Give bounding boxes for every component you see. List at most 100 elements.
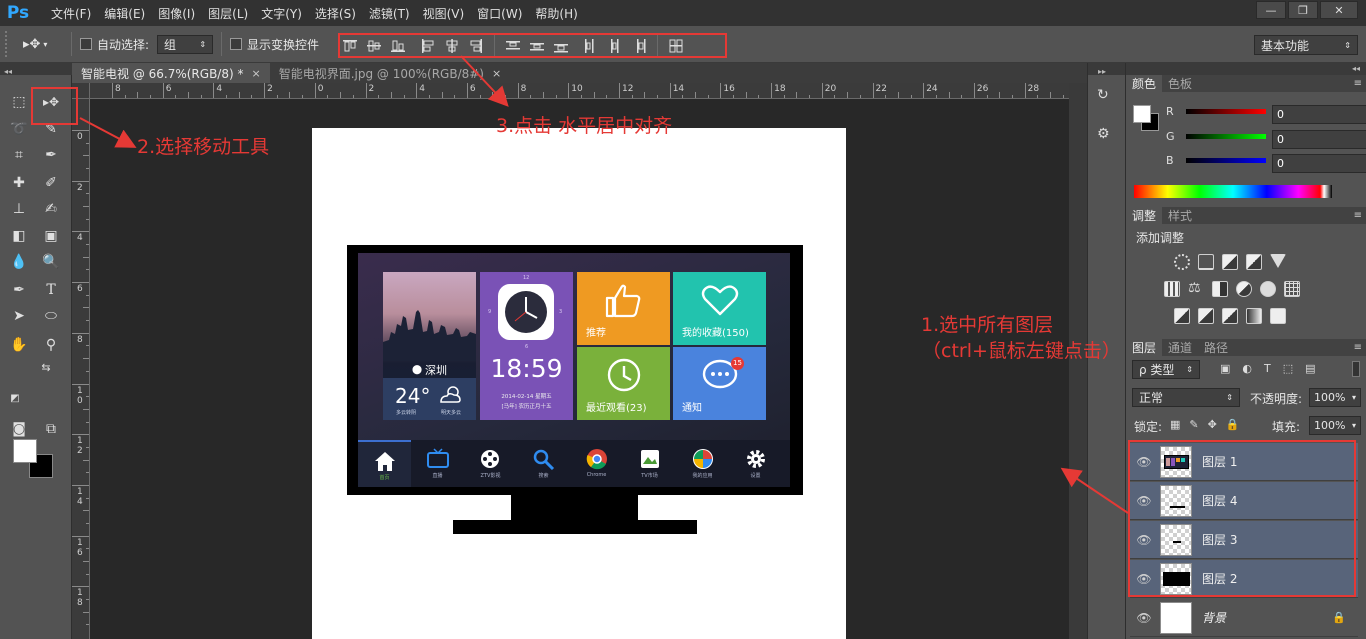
opacity-field[interactable]: 100% ▾ bbox=[1309, 388, 1361, 407]
ruler-vertical[interactable]: 0 2 4 6 8 1 0 1 2 1 4 1 6 1 8 bbox=[72, 99, 90, 639]
menu-help[interactable]: 帮助(H) bbox=[528, 5, 583, 22]
zoom-icon[interactable]: ⚲ bbox=[38, 333, 64, 357]
rectangular-marquee-icon[interactable]: ⬚ bbox=[6, 90, 32, 114]
crop-icon[interactable]: ⌗ bbox=[6, 143, 32, 167]
green-value-field[interactable]: 0 bbox=[1272, 130, 1366, 149]
blue-slider-bar[interactable] bbox=[1186, 158, 1266, 163]
auto-select-checkbox[interactable] bbox=[80, 38, 92, 50]
tab-smart-tv[interactable]: 智能电视 @ 66.7%(RGB/8) * × bbox=[72, 63, 270, 83]
gradient-icon[interactable]: ▣ bbox=[38, 224, 64, 248]
show-transform-checkbox[interactable] bbox=[230, 38, 243, 50]
workspace-dropdown[interactable]: 基本功能 ⇕ bbox=[1254, 35, 1358, 55]
layer-filter-dropdown[interactable]: ρ 类型 ⇕ bbox=[1132, 360, 1200, 379]
lock-icons[interactable]: ▦✎✥🔒 bbox=[1170, 418, 1249, 431]
eraser-icon[interactable]: ◧ bbox=[6, 224, 32, 248]
tab-channels[interactable]: 通道 bbox=[1162, 339, 1198, 356]
menu-select[interactable]: 选择(S) bbox=[308, 5, 362, 22]
ruler-number: 2 bbox=[368, 84, 375, 94]
menu-filter[interactable]: 滤镜(T) bbox=[362, 5, 416, 22]
color-balance-icon[interactable]: ⚖ bbox=[1188, 281, 1204, 297]
history-panel-icon[interactable]: ↻ bbox=[1097, 87, 1117, 107]
filter-toggle[interactable] bbox=[1352, 361, 1360, 377]
color-lookup-icon[interactable] bbox=[1284, 281, 1300, 297]
tab-styles[interactable]: 样式 bbox=[1162, 207, 1198, 224]
menu-window[interactable]: 窗口(W) bbox=[470, 5, 528, 22]
black-white-icon[interactable] bbox=[1212, 281, 1228, 297]
options-grip[interactable] bbox=[5, 31, 15, 57]
screen-mode-icon[interactable]: ⧉ bbox=[38, 417, 64, 441]
layer-name[interactable]: 背景 bbox=[1202, 609, 1226, 626]
clone-stamp-icon[interactable]: ⊥ bbox=[6, 197, 32, 221]
red-slider-bar[interactable] bbox=[1186, 109, 1266, 114]
tab-layers[interactable]: 图层 bbox=[1126, 339, 1163, 356]
menu-file[interactable]: 文件(F) bbox=[44, 5, 97, 22]
menu-type[interactable]: 文字(Y) bbox=[254, 5, 308, 22]
blur-icon[interactable]: 💧 bbox=[6, 250, 32, 274]
panel-menu-icon[interactable]: ≡ bbox=[1354, 78, 1362, 89]
ruler-horizontal[interactable]: 8 6 4 2 0 2 4 6 8 10 12 14 16 18 20 22 24 26 28 bbox=[90, 83, 1069, 99]
swap-colors-icon[interactable]: ⇆ bbox=[38, 360, 54, 374]
color-fg-swatch[interactable] bbox=[1133, 105, 1151, 123]
auto-select-dropdown[interactable]: 组 ⇕ bbox=[157, 34, 214, 54]
menu-view[interactable]: 视图(V) bbox=[416, 5, 471, 22]
close-button[interactable]: ✕ bbox=[1320, 1, 1358, 19]
pen-icon[interactable]: ✒ bbox=[6, 278, 32, 302]
restore-button[interactable]: ❐ bbox=[1288, 1, 1318, 19]
path-selection-icon[interactable]: ➤ bbox=[6, 304, 32, 328]
menu-image[interactable]: 图像(I) bbox=[151, 5, 201, 22]
minimize-button[interactable]: — bbox=[1256, 1, 1286, 19]
foreground-color-swatch[interactable] bbox=[13, 439, 37, 463]
tab-smart-tv-ui-jpg[interactable]: 智能电视界面.jpg @ 100%(RGB/8#) × bbox=[270, 63, 511, 83]
threshold-icon[interactable] bbox=[1222, 308, 1238, 324]
menu-layer[interactable]: 图层(L) bbox=[201, 5, 254, 22]
menu-edit[interactable]: 编辑(E) bbox=[97, 5, 151, 22]
hue-saturation-icon[interactable] bbox=[1164, 281, 1180, 297]
posterize-icon[interactable] bbox=[1198, 308, 1214, 324]
dodge-icon[interactable]: 🔍 bbox=[38, 250, 64, 274]
type-tool-icon[interactable]: T bbox=[38, 278, 64, 302]
lasso-icon[interactable]: ➰ bbox=[6, 117, 32, 141]
ruler-minor-tick bbox=[83, 560, 89, 562]
brightness-icon[interactable] bbox=[1174, 254, 1190, 270]
layer-row-background[interactable]: 👁 背景 🔒 bbox=[1130, 599, 1358, 637]
properties-panel-icon[interactable]: ⚙ bbox=[1097, 126, 1117, 146]
gradient-map-icon[interactable] bbox=[1246, 308, 1262, 324]
close-icon[interactable]: × bbox=[492, 67, 501, 80]
tab-swatches[interactable]: 色板 bbox=[1162, 75, 1198, 92]
photo-filter-icon[interactable] bbox=[1236, 281, 1252, 297]
blend-mode-dropdown[interactable]: 正常 ⇕ bbox=[1132, 388, 1240, 407]
levels-icon[interactable] bbox=[1198, 254, 1214, 270]
blue-value-field[interactable]: 0 bbox=[1272, 154, 1366, 173]
tab-color[interactable]: 颜色 bbox=[1126, 75, 1163, 92]
panel-menu-icon[interactable]: ≡ bbox=[1354, 342, 1362, 353]
selective-color-icon[interactable] bbox=[1270, 308, 1286, 324]
vibrance-icon[interactable] bbox=[1270, 254, 1286, 268]
eye-icon[interactable]: 👁 bbox=[1130, 611, 1158, 625]
curves-icon[interactable] bbox=[1222, 254, 1238, 270]
close-icon[interactable]: × bbox=[251, 67, 260, 80]
green-slider-bar[interactable] bbox=[1186, 134, 1266, 139]
healing-brush-icon[interactable]: ✚ bbox=[6, 171, 32, 195]
eyedropper-icon[interactable]: ✒ bbox=[38, 143, 64, 167]
tab-adjustments[interactable]: 调整 bbox=[1126, 207, 1163, 224]
default-colors-icon[interactable]: ◩ bbox=[8, 391, 22, 405]
ellipse-icon[interactable]: ⬭ bbox=[38, 304, 64, 328]
invert-icon[interactable] bbox=[1174, 308, 1190, 324]
layers-selection-highlight bbox=[1128, 440, 1356, 597]
channel-mixer-icon[interactable] bbox=[1260, 281, 1276, 297]
quick-mask-icon[interactable]: ◙ bbox=[6, 417, 32, 441]
move-tool-preset-icon[interactable]: ▸✥ ▾ bbox=[23, 32, 63, 56]
hand-icon[interactable]: ✋ bbox=[6, 333, 32, 357]
fill-field[interactable]: 100% ▾ bbox=[1309, 416, 1361, 435]
tab-paths[interactable]: 路径 bbox=[1198, 339, 1234, 356]
red-value-field[interactable]: 0 bbox=[1272, 105, 1366, 124]
ruler-minor-tick bbox=[83, 459, 89, 461]
history-brush-icon[interactable]: ✍ bbox=[38, 197, 64, 221]
color-spectrum[interactable] bbox=[1134, 185, 1332, 198]
canvas-area[interactable]: ⬤ 深圳 24° 多云转阴 明天多云 12 3 6 9 18:59 2014-0… bbox=[90, 99, 1069, 639]
panel-menu-icon[interactable]: ≡ bbox=[1354, 210, 1362, 221]
ruler-tick bbox=[466, 83, 468, 98]
exposure-icon[interactable] bbox=[1246, 254, 1262, 270]
brush-icon[interactable]: ✐ bbox=[38, 171, 64, 195]
adjust-panel-tabs: 调整 样式 ≡ bbox=[1126, 207, 1366, 224]
